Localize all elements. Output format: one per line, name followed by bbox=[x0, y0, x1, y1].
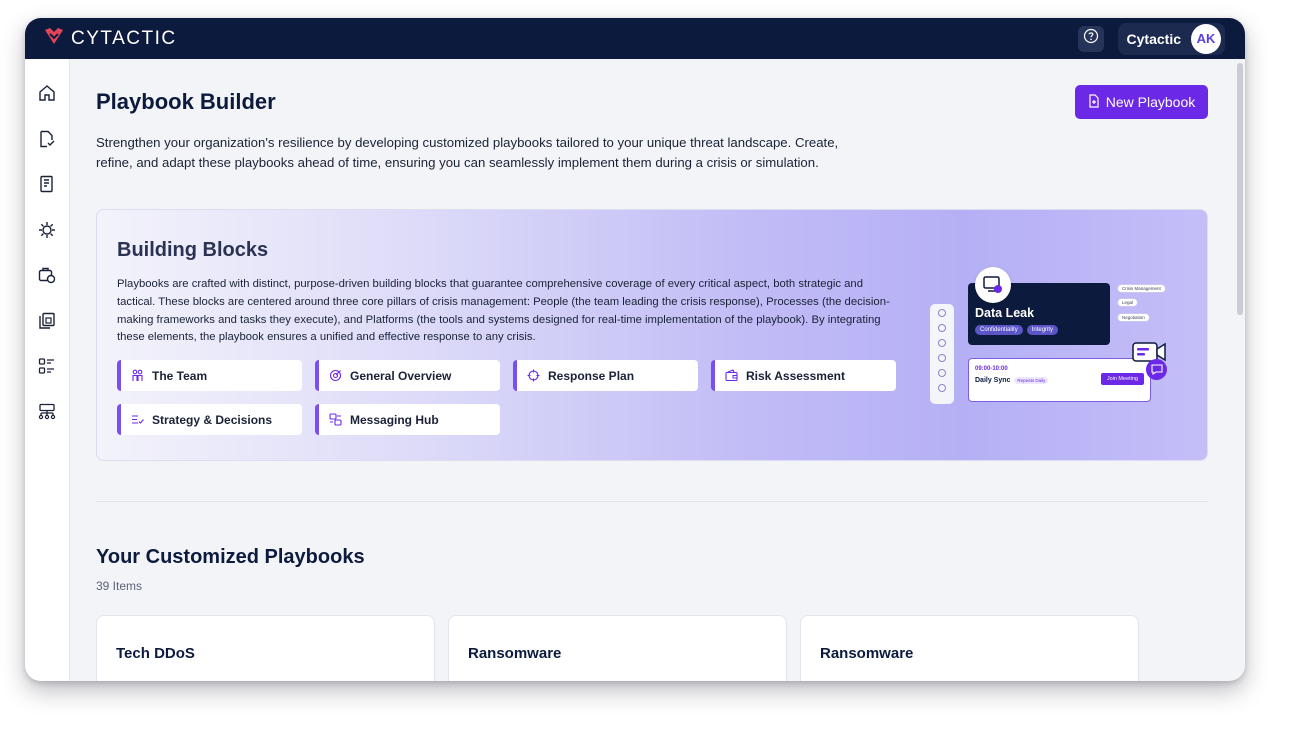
list-check-icon bbox=[132, 415, 144, 424]
wallet-icon bbox=[725, 369, 738, 382]
brand-name: CYTACTIC bbox=[71, 27, 177, 49]
scrollbar-thumb[interactable] bbox=[1237, 63, 1243, 315]
sidebar-item-documents[interactable] bbox=[37, 129, 57, 149]
main-content: Playbook Builder New Playbook Strengthen… bbox=[70, 59, 1245, 681]
chip-messaging-hub[interactable]: Messaging Hub bbox=[315, 404, 500, 435]
workflow-icon bbox=[38, 358, 54, 374]
sidebar-item-copy[interactable] bbox=[37, 311, 57, 331]
messages-icon bbox=[329, 413, 342, 426]
chip-label: General Overview bbox=[350, 368, 452, 383]
help-circle-icon bbox=[1083, 28, 1099, 49]
app-window: CYTACTIC Cytactic AK Playbook Builder Ne… bbox=[25, 18, 1245, 681]
chip-label: Risk Assessment bbox=[746, 368, 845, 383]
checklist-icon bbox=[40, 175, 53, 193]
page-title: Playbook Builder bbox=[96, 89, 276, 114]
daily-sync-card: 09:00-10:00 Daily Sync Repeats Daily Joi… bbox=[968, 358, 1151, 402]
rail-dot bbox=[938, 309, 946, 317]
chip-strategy-decisions[interactable]: Strategy & Decisions bbox=[117, 404, 302, 435]
chip-label: Strategy & Decisions bbox=[152, 412, 273, 427]
mini-nav-rail bbox=[930, 304, 954, 404]
intro-text: Strengthen your organization's resilienc… bbox=[96, 135, 839, 170]
scrollbar[interactable] bbox=[1235, 59, 1245, 681]
sidebar-item-workflow[interactable] bbox=[37, 356, 57, 376]
briefcase-settings-icon bbox=[38, 267, 56, 284]
sidebar-item-threats[interactable] bbox=[37, 220, 57, 240]
sidebar-item-checklist[interactable] bbox=[37, 174, 57, 194]
playbook-card[interactable]: Ransomware bbox=[448, 615, 787, 681]
chip-label: Messaging Hub bbox=[350, 412, 439, 427]
playbooks-count: 39 Items bbox=[96, 579, 143, 593]
virus-icon bbox=[39, 221, 55, 238]
rail-dot bbox=[938, 339, 946, 347]
new-playbook-label: New Playbook bbox=[1105, 94, 1196, 110]
rail-dot bbox=[938, 369, 946, 377]
rail-dot bbox=[938, 384, 946, 392]
new-document-icon bbox=[1088, 93, 1100, 111]
brand-logo-icon bbox=[43, 26, 65, 51]
team-icon bbox=[132, 369, 143, 381]
chat-bubble-icon bbox=[1146, 359, 1167, 380]
home-icon bbox=[39, 85, 55, 101]
brand-logo[interactable]: CYTACTIC bbox=[43, 26, 177, 51]
sync-repeat: Repeats Daily bbox=[1014, 377, 1049, 384]
building-blocks-illustration: Data Leak Confidentiality Integrity Cris… bbox=[927, 258, 1177, 438]
sidebar-item-home[interactable] bbox=[37, 83, 57, 103]
new-playbook-button[interactable]: New Playbook bbox=[1075, 85, 1208, 119]
building-blocks-title: Building Blocks bbox=[117, 239, 269, 261]
chip-risk-assessment[interactable]: Risk Assessment bbox=[711, 360, 896, 391]
playbook-card-title: Tech DDoS bbox=[116, 645, 195, 662]
org-chart-icon bbox=[38, 403, 56, 419]
side-tag-crisis-management: Crisis Management bbox=[1117, 284, 1166, 293]
sync-time: 09:00-10:00 bbox=[975, 366, 1008, 372]
tag-integrity: Integrity bbox=[1026, 325, 1059, 335]
chip-the-team[interactable]: The Team bbox=[117, 360, 302, 391]
document-check-icon bbox=[40, 130, 55, 147]
sidebar-item-settings[interactable] bbox=[37, 265, 57, 285]
copy-document-icon bbox=[39, 312, 55, 329]
help-button[interactable] bbox=[1077, 25, 1104, 52]
tag-confidentiality: Confidentiality bbox=[975, 325, 1023, 335]
join-meeting-button: Join Meeting bbox=[1100, 373, 1144, 385]
playbook-card[interactable]: Ransomware bbox=[800, 615, 1139, 681]
chip-label: Response Plan bbox=[548, 368, 635, 383]
building-blocks-description: Playbooks are crafted with distinct, pur… bbox=[117, 278, 890, 344]
side-tag-legal: Legal bbox=[1117, 298, 1139, 307]
chip-label: The Team bbox=[152, 368, 208, 383]
rail-dot bbox=[938, 354, 946, 362]
playbooks-section-title: Your Customized Playbooks bbox=[96, 546, 365, 568]
playbook-card-title: Ransomware bbox=[468, 645, 562, 662]
section-divider bbox=[96, 501, 1208, 502]
chip-general-overview[interactable]: General Overview bbox=[315, 360, 500, 391]
data-leak-badge bbox=[975, 267, 1011, 303]
target-icon bbox=[329, 369, 342, 382]
side-tag-negotiation: Negotiation bbox=[1117, 313, 1150, 322]
playbook-card[interactable]: Tech DDoS bbox=[96, 615, 435, 681]
monitor-lock-icon bbox=[983, 276, 1002, 293]
data-leak-title: Data Leak bbox=[975, 306, 1035, 320]
crosshair-icon bbox=[527, 369, 540, 382]
user-name: Cytactic bbox=[1126, 30, 1181, 47]
sidebar bbox=[25, 59, 70, 681]
rail-dot bbox=[938, 324, 946, 332]
user-menu[interactable]: Cytactic AK bbox=[1117, 22, 1225, 55]
chip-response-plan[interactable]: Response Plan bbox=[513, 360, 698, 391]
playbook-card-title: Ransomware bbox=[820, 645, 914, 662]
building-blocks-panel: Building Blocks Playbooks are crafted wi… bbox=[96, 209, 1208, 461]
sidebar-item-org[interactable] bbox=[37, 402, 57, 422]
top-bar: CYTACTIC Cytactic AK bbox=[25, 18, 1245, 59]
sync-name: Daily Sync bbox=[975, 377, 1011, 384]
avatar: AK bbox=[1191, 23, 1221, 54]
